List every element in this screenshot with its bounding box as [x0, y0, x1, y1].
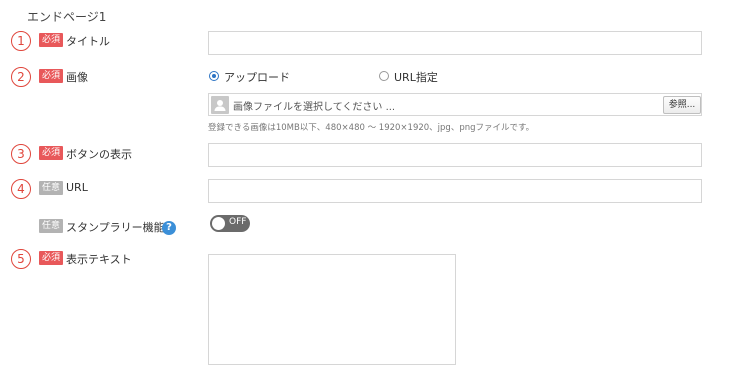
display-text-textarea[interactable] — [208, 254, 456, 365]
stamp-rally-label: スタンプラリー機能 — [66, 221, 165, 234]
step-number-1: 1 — [11, 31, 31, 51]
optional-badge: 任意 — [39, 181, 64, 195]
step-number-5: 5 — [11, 249, 31, 269]
button-label-label: ボタンの表示 — [66, 148, 132, 161]
user-placeholder-icon — [211, 96, 229, 114]
file-placeholder-text: 画像ファイルを選択してください ... — [233, 102, 396, 113]
step-number-4: 4 — [11, 179, 31, 199]
upload-radio-label[interactable]: アップロード — [224, 69, 290, 85]
image-hint: 登録できる画像は10MB以下、480×480 ～ 1920×1920、jpg、p… — [208, 123, 535, 133]
optional-badge: 任意 — [39, 219, 64, 233]
question-icon[interactable]: ? — [162, 221, 176, 235]
file-select-field[interactable]: 画像ファイルを選択してください ... 参照... — [208, 93, 702, 116]
url-input[interactable] — [208, 179, 702, 203]
toggle-state-label: OFF — [229, 217, 247, 227]
step-number-2: 2 — [11, 67, 31, 87]
section-title: エンドページ1 — [27, 10, 107, 24]
button-label-input[interactable] — [208, 143, 702, 167]
url-label: URL — [66, 181, 88, 194]
required-badge: 必須 — [39, 251, 64, 265]
toggle-knob — [212, 217, 225, 230]
required-badge: 必須 — [39, 33, 64, 47]
stamp-rally-toggle[interactable]: OFF — [210, 215, 250, 232]
required-badge: 必須 — [39, 146, 64, 160]
step-number-3: 3 — [11, 144, 31, 164]
display-text-label: 表示テキスト — [66, 253, 132, 266]
title-label: タイトル — [66, 35, 110, 48]
upload-radio[interactable] — [209, 71, 219, 81]
required-badge: 必須 — [39, 69, 64, 83]
image-label: 画像 — [66, 71, 88, 84]
title-input[interactable] — [208, 31, 702, 55]
browse-button[interactable]: 参照... — [663, 96, 701, 114]
url-radio[interactable] — [379, 71, 389, 81]
url-radio-label[interactable]: URL指定 — [394, 69, 438, 85]
